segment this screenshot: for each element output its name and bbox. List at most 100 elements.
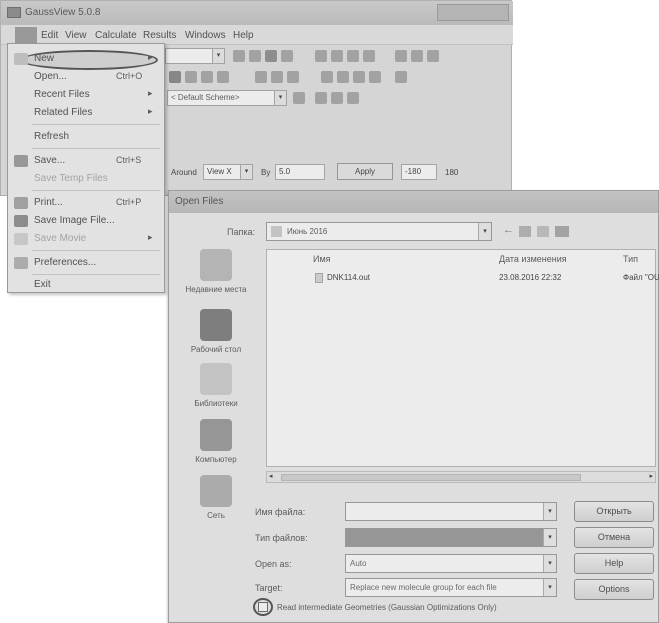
menu-view[interactable]: View xyxy=(65,30,87,41)
horizontal-scrollbar[interactable]: ◂ ▸ xyxy=(266,471,656,483)
cut-icon[interactable] xyxy=(169,71,181,83)
menu-results[interactable]: Results xyxy=(143,30,176,41)
rotate-range-spinner[interactable]: -180 xyxy=(401,164,437,180)
column-type[interactable]: Тип xyxy=(623,254,638,264)
scroll-right-icon[interactable]: ▸ xyxy=(649,472,653,480)
menu-item-save-temp-files-label: Save Temp Files xyxy=(34,173,108,184)
column-date[interactable]: Дата изменения xyxy=(499,254,567,264)
rotate-axis-combo[interactable]: View X ▾ xyxy=(203,164,253,180)
display-format-icon[interactable] xyxy=(321,71,333,83)
menu-item-open[interactable]: Open... Ctrl+O xyxy=(8,68,164,86)
menu-item-related-files-arrow: ▸ xyxy=(148,106,153,116)
add-valence-icon[interactable] xyxy=(395,50,407,62)
options-button[interactable]: Options xyxy=(574,579,654,600)
printer-icon xyxy=(14,197,28,209)
up-folder-icon[interactable] xyxy=(519,226,531,237)
rgroup-icon[interactable] xyxy=(249,50,261,62)
chevron-down-icon: ▾ xyxy=(478,223,491,240)
filetype-combo[interactable]: ▾ xyxy=(345,528,557,547)
desktop-icon xyxy=(200,309,232,341)
filename-input[interactable]: ▾ xyxy=(345,502,557,521)
scroll-left-icon[interactable]: ◂ xyxy=(269,472,273,480)
apply-button[interactable]: Apply xyxy=(337,163,393,180)
column-name[interactable]: Имя xyxy=(313,254,331,264)
place-libraries-label: Библиотеки xyxy=(194,399,238,408)
rotate-max-label: 180 xyxy=(445,168,459,177)
toolbar-scheme: < Default Scheme> ▾ xyxy=(165,88,513,108)
copy-icon[interactable] xyxy=(185,71,197,83)
file-row[interactable]: DNK114.out 23.08.2016 22:32 Файл "OUT" xyxy=(267,270,659,286)
place-recent[interactable]: Недавние места xyxy=(177,249,255,317)
select-icon[interactable] xyxy=(287,71,299,83)
rotate-by-label: By xyxy=(261,168,271,177)
menu-item-save[interactable]: Save... Ctrl+S xyxy=(8,152,164,170)
custom-fragment-icon[interactable] xyxy=(281,50,293,62)
view-icon[interactable] xyxy=(315,92,327,104)
open-as-value: Auto xyxy=(350,559,367,568)
menu-edit[interactable]: Edit xyxy=(41,30,58,41)
read-intermediate-checkbox[interactable] xyxy=(258,602,268,612)
biological-icon[interactable] xyxy=(265,50,277,62)
chevron-down-icon: ▾ xyxy=(543,579,556,596)
inquire-icon[interactable] xyxy=(363,50,375,62)
menu-file[interactable] xyxy=(15,27,37,43)
menu-item-save-image-file[interactable]: Save Image File... xyxy=(8,212,164,230)
undo-icon[interactable] xyxy=(255,71,267,83)
menu-item-new[interactable]: New ▸ xyxy=(8,50,164,68)
menu-calculate[interactable]: Calculate xyxy=(95,30,137,41)
recent-places-icon xyxy=(200,249,232,281)
menu-item-preferences[interactable]: Preferences... xyxy=(8,254,164,272)
brush-icon[interactable] xyxy=(369,71,381,83)
window-controls[interactable] xyxy=(437,4,509,21)
target-combo[interactable]: Replace new molecule group for each file… xyxy=(345,578,557,597)
new-folder-icon[interactable] xyxy=(537,226,549,237)
folder-combo[interactable]: Июнь 2016 ▾ xyxy=(266,222,492,241)
menu-help[interactable]: Help xyxy=(233,30,254,41)
delete-atom-icon[interactable] xyxy=(411,50,423,62)
bond-icon[interactable] xyxy=(315,50,327,62)
place-network[interactable]: Сеть xyxy=(177,475,255,543)
computer-icon xyxy=(200,419,232,451)
menu-item-open-label: Open... xyxy=(34,71,67,82)
cancel-button[interactable]: Отмена xyxy=(574,527,654,548)
dihedral-icon[interactable] xyxy=(347,50,359,62)
menu-windows[interactable]: Windows xyxy=(185,30,226,41)
menu-item-exit[interactable]: Exit xyxy=(8,276,164,294)
color-icon[interactable] xyxy=(337,71,349,83)
menu-item-print[interactable]: Print... Ctrl+P xyxy=(8,194,164,212)
rotate-icon[interactable] xyxy=(395,71,407,83)
help-button[interactable]: Help xyxy=(574,553,654,574)
chevron-down-icon: ▾ xyxy=(543,529,556,546)
rotate-by-input[interactable]: 5.0 xyxy=(275,164,325,180)
menu-item-new-label: New xyxy=(34,53,55,64)
menu-item-save-temp-files: Save Temp Files xyxy=(8,170,164,188)
scheme-manage-icon[interactable] xyxy=(293,92,305,104)
menu-item-refresh[interactable]: Refresh xyxy=(8,128,164,146)
file-list[interactable]: Имя Дата изменения Тип DNK114.out 23.08.… xyxy=(266,249,659,467)
menu-item-related-files[interactable]: Related Files ▸ xyxy=(8,104,164,122)
menu-item-recent-files[interactable]: Recent Files ▸ xyxy=(8,86,164,104)
menu-item-print-label: Print... xyxy=(34,197,63,208)
symmetrize-icon[interactable] xyxy=(427,50,439,62)
menu-item-open-shortcut: Ctrl+O xyxy=(116,71,143,81)
scheme-combo[interactable]: < Default Scheme> ▾ xyxy=(167,90,287,106)
edit-icon[interactable] xyxy=(331,92,343,104)
new-icon xyxy=(14,53,28,65)
zoom-icon[interactable] xyxy=(201,71,213,83)
menu-separator xyxy=(32,148,160,149)
folder-value: Июнь 2016 xyxy=(287,227,328,236)
pencil-icon[interactable] xyxy=(353,71,365,83)
grid-icon[interactable] xyxy=(347,92,359,104)
back-icon[interactable]: ← xyxy=(503,224,514,236)
scroll-thumb[interactable] xyxy=(281,474,581,481)
view-menu-icon[interactable] xyxy=(555,226,569,237)
menu-item-save-image-file-label: Save Image File... xyxy=(34,215,115,226)
redo-icon[interactable] xyxy=(271,71,283,83)
ring-icon[interactable] xyxy=(233,50,245,62)
open-button[interactable]: Открыть xyxy=(574,501,654,522)
angle-icon[interactable] xyxy=(331,50,343,62)
element-combo[interactable]: ▾ xyxy=(165,48,225,64)
menu-item-related-files-label: Related Files xyxy=(34,107,93,118)
open-as-combo[interactable]: Auto ▾ xyxy=(345,554,557,573)
delete-icon[interactable] xyxy=(217,71,229,83)
